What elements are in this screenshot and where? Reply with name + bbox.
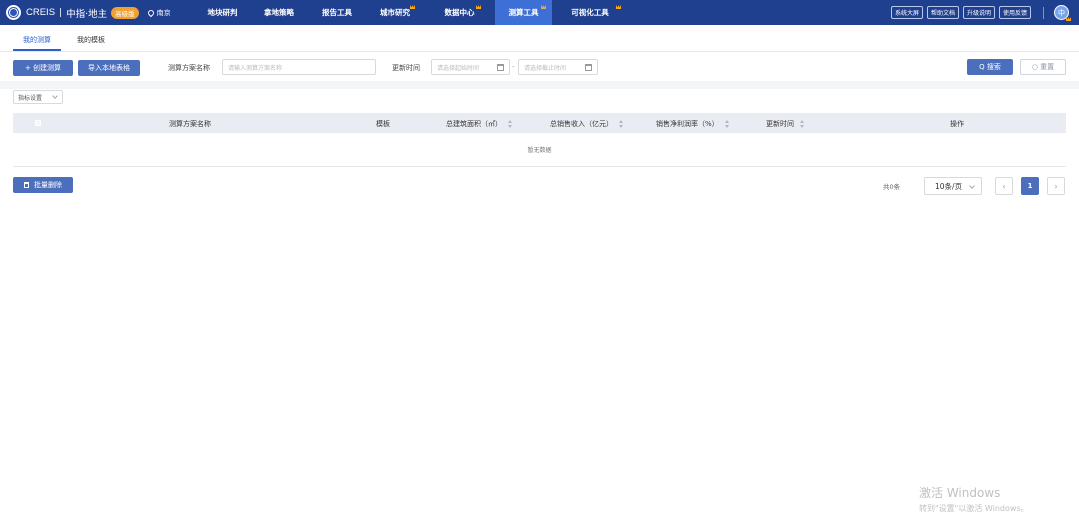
brand-name: CREIS [26,7,56,18]
sort-icon[interactable] [724,120,730,128]
import-local-table-button[interactable]: 导入本地表格 [78,60,140,76]
prev-page-button[interactable]: ‹ [995,177,1013,195]
header-divider [1043,6,1044,19]
start-time-input[interactable]: 请选择起始时间 [431,59,510,75]
avatar[interactable]: 中 [1054,5,1071,21]
sort-icon[interactable] [508,120,513,128]
brand-separator: | [59,7,63,18]
upgrade-notes-button[interactable]: 升级说明 [962,6,995,19]
pagination-total: 共0条 [883,183,901,191]
nav-item-data-center[interactable]: 数据中心 [424,0,495,25]
logo[interactable]: CREIS | 中指·地主 高级版 南京 [0,0,171,25]
trash-icon [24,182,29,188]
plan-name-label: 测算方案名称 [168,64,210,72]
page-tabs: 我的测算 我的模板 [13,31,121,51]
create-calculation-button[interactable]: + 创建测算 [13,60,73,76]
tab-my-templates[interactable]: 我的模板 [67,31,115,51]
calendar-icon [585,64,592,71]
next-page-button[interactable]: › [1047,177,1065,195]
plan-name-input[interactable]: 请输入测算方案名称 [222,59,376,75]
search-button[interactable]: Q 搜索 [967,59,1013,75]
col-actions: 操作 [950,120,964,128]
help-docs-button[interactable]: 帮助文档 [926,6,959,19]
table-header: 测算方案名称 模板 总建筑面积（㎡） 总销售收入（亿元） 销售净利润率（%） 更… [13,113,1066,133]
tabs-divider [0,51,1079,52]
crown-icon [1066,17,1071,21]
brand-subtitle: 中指·地主 [66,8,108,20]
chevron-down-icon [969,183,975,189]
update-time-label: 更新时间 [392,64,420,72]
city-selector[interactable]: 南京 [146,8,171,18]
nav-item-land-analysis[interactable]: 地块研判 [195,0,250,25]
col-total-floor-area[interactable]: 总建筑面积（㎡） [446,119,513,129]
header-actions: 系统大屏 帮助文档 升级说明 使用反馈 中 [887,0,1071,25]
nav-item-land-strategy[interactable]: 拿地策略 [250,0,308,25]
calendar-icon [497,64,504,71]
indicator-settings-select[interactable]: 指标设置 [13,90,63,104]
crown-icon [476,5,481,9]
crown-icon [616,5,621,9]
nav-item-calc-tools[interactable]: 测算工具 [495,0,552,25]
range-separator: - [512,63,515,71]
page-size-select[interactable]: 10条/页 [924,177,982,195]
col-net-profit-margin[interactable]: 销售净利润率（%） [656,119,730,129]
feedback-button[interactable]: 使用反馈 [998,6,1031,19]
nav-item-visual-tools[interactable]: 可视化工具 [552,0,628,25]
sort-icon[interactable] [800,120,805,128]
empty-text: 暂无数据 [527,147,552,154]
col-update-time[interactable]: 更新时间 [766,119,805,129]
sort-icon[interactable] [619,120,624,128]
batch-delete-button[interactable]: 批量删除 [13,177,73,193]
crown-icon [541,5,546,9]
location-pin-icon [146,8,155,17]
main-nav: 地块研判 拿地策略 报告工具 城市研究 数据中心 测算工具 可视化工具 [195,0,628,25]
select-all-checkbox[interactable] [35,120,41,126]
col-total-sales-revenue[interactable]: 总销售收入（亿元） [550,119,624,129]
section-gap [0,81,1079,89]
col-template: 模板 [376,120,390,128]
crown-icon [410,5,415,9]
page-1-button[interactable]: 1 [1021,177,1039,195]
end-time-input[interactable]: 请选择截止时间 [518,59,598,75]
col-plan-name: 测算方案名称 [169,120,211,128]
version-badge: 高级版 [111,6,139,19]
windows-activation-watermark: 激活 Windows 转到"设置"以激活 Windows。 [919,486,1029,513]
reset-button[interactable]: ○ 重置 [1020,59,1066,75]
tab-my-calculations[interactable]: 我的测算 [13,31,61,51]
top-navbar: CREIS | 中指·地主 高级版 南京 地块研判 拿地策略 报告工具 城市研究… [0,0,1079,25]
chevron-down-icon [52,93,58,99]
table-empty-state: 暂无数据 [13,133,1066,167]
city-name: 南京 [156,8,171,17]
nav-item-report-tools[interactable]: 报告工具 [308,0,366,25]
system-screen-button[interactable]: 系统大屏 [890,6,923,19]
nav-item-city-research[interactable]: 城市研究 [366,0,424,25]
creis-logo-icon [6,5,21,20]
